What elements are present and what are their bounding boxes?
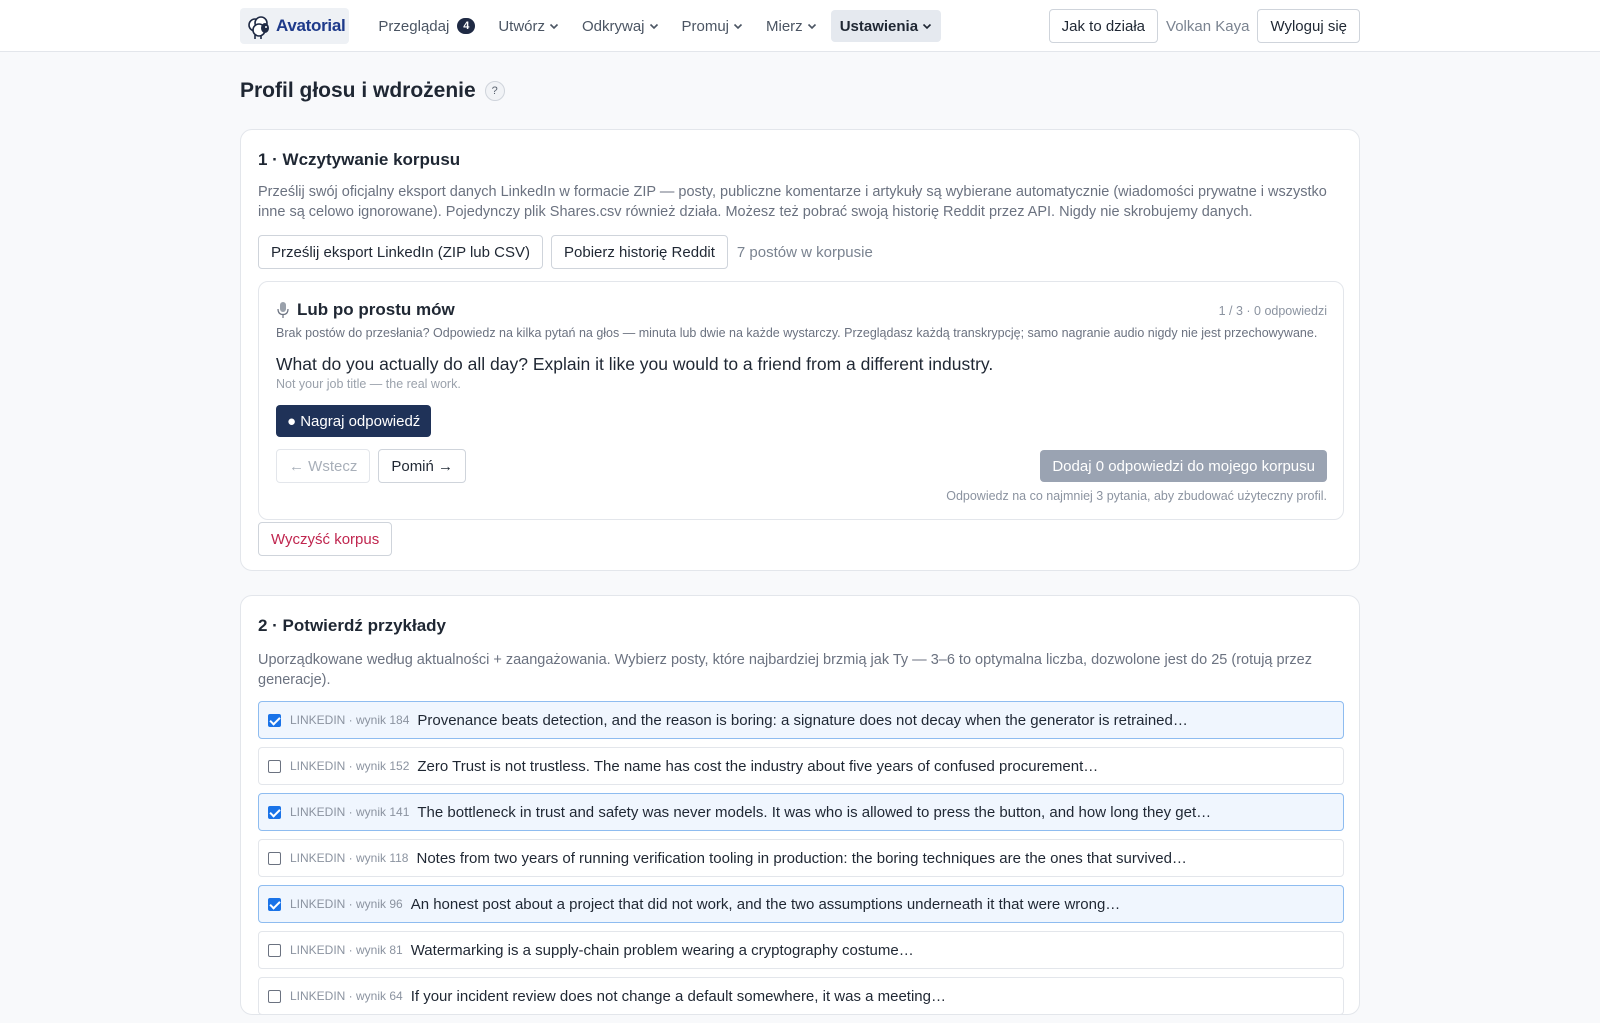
example-text: Zero Trust is not trustless. The name ha… <box>417 757 1099 775</box>
nav-browse[interactable]: Przeglądaj 4 <box>369 10 484 42</box>
question-nav: ← Wstecz Pomiń → <box>276 449 474 483</box>
chevron-down-icon <box>549 23 559 30</box>
logo-text: Avatorial <box>276 16 346 35</box>
logo[interactable]: Avatorial <box>240 8 350 44</box>
microphone-icon <box>277 302 289 318</box>
how-it-works-button[interactable]: Jak to działa <box>1048 9 1159 43</box>
voice-footnote: Odpowiedz na co najmniej 3 pytania, aby … <box>946 489 1327 503</box>
nav-promote-dropdown[interactable]: Promuj <box>673 10 753 42</box>
top-navigation: Avatorial Przeglądaj 4 Utwórz Odkrywaj P… <box>0 0 1600 52</box>
nav-create-dropdown[interactable]: Utwórz <box>489 10 568 42</box>
example-meta: LINKEDIN · wynik 152 <box>290 759 410 773</box>
example-meta: LINKEDIN · wynik 141 <box>290 805 410 819</box>
voice-note: Brak postów do przesłania? Odpowiedz na … <box>276 326 1318 340</box>
example-text: Provenance beats detection, and the reas… <box>417 711 1188 729</box>
checkbox[interactable] <box>268 851 281 865</box>
section-title: 1 · Wczytywanie korpusu <box>258 150 461 169</box>
nav-measure-label: Mierz <box>766 17 803 35</box>
upload-linkedin-button[interactable]: Prześlij eksport LinkedIn (ZIP lub CSV) <box>258 235 543 269</box>
logout-button[interactable]: Wyloguj się <box>1257 9 1360 43</box>
nav-discover-label: Odkrywaj <box>581 17 645 35</box>
nav-right: Jak to działa Volkan Kaya Wyloguj się <box>1048 9 1360 43</box>
example-row[interactable]: LINKEDIN · wynik 96 An honest post about… <box>258 885 1344 923</box>
nav-settings-label: Ustawienia <box>839 17 919 35</box>
checkbox[interactable] <box>268 943 281 957</box>
notification-badge: 4 <box>457 18 476 34</box>
page-header: Profil głosu i wdrożenie ? <box>240 76 505 106</box>
example-text: The bottleneck in trust and safety was n… <box>417 803 1212 821</box>
back-button[interactable]: ← Wstecz <box>276 449 371 483</box>
nav-measure-dropdown[interactable]: Mierz <box>757 10 826 42</box>
example-row[interactable]: LINKEDIN · wynik 152 Zero Trust is not t… <box>258 747 1344 785</box>
example-meta: LINKEDIN · wynik 81 <box>290 943 403 957</box>
example-row[interactable]: LINKEDIN · wynik 81 Watermarking is a su… <box>258 931 1344 969</box>
upload-actions: Prześlij eksport LinkedIn (ZIP lub CSV) … <box>258 235 873 269</box>
example-row[interactable]: LINKEDIN · wynik 118 Notes from two year… <box>258 839 1344 877</box>
section-description: Uporządkowane według aktualności + zaang… <box>258 652 1312 688</box>
example-text: Notes from two years of running verifica… <box>416 849 1187 867</box>
checkbox[interactable] <box>268 713 281 727</box>
examples-list: LINKEDIN · wynik 184 Provenance beats de… <box>258 701 1344 1023</box>
example-meta: LINKEDIN · wynik 118 <box>290 851 409 865</box>
checkbox[interactable] <box>268 897 281 911</box>
add-answers-button[interactable]: Dodaj 0 odpowiedzi do mojego korpusu <box>1040 450 1327 482</box>
fetch-reddit-button[interactable]: Pobierz historię Reddit <box>551 235 728 269</box>
section-title: 2 · Potwierdź przykłady <box>258 616 446 635</box>
voice-progress: 1 / 3 · 0 odpowiedzi <box>1218 304 1327 318</box>
example-row[interactable]: LINKEDIN · wynik 184 Provenance beats de… <box>258 701 1344 739</box>
example-text: Watermarking is a supply-chain problem w… <box>410 941 914 959</box>
confirm-examples-card: 2 · Potwierdź przykłady Uporządkowane we… <box>240 595 1360 1015</box>
voice-question: What do you actually do all day? Explain… <box>276 354 994 374</box>
nav-inner: Avatorial Przeglądaj 4 Utwórz Odkrywaj P… <box>240 0 1360 52</box>
nav-discover-dropdown[interactable]: Odkrywaj <box>573 10 668 42</box>
nav-browse-label: Przeglądaj <box>378 17 450 35</box>
nav-create-label: Utwórz <box>498 17 545 35</box>
checkbox[interactable] <box>268 989 281 1003</box>
chevron-down-icon <box>733 23 743 30</box>
help-icon[interactable]: ? <box>484 81 505 101</box>
checkbox[interactable] <box>268 759 281 773</box>
corpus-count: 7 postów w korpusie <box>736 243 873 261</box>
voice-hint: Not your job title — the real work. <box>276 377 461 391</box>
skip-button[interactable]: Pomiń → <box>378 449 467 483</box>
example-meta: LINKEDIN · wynik 96 <box>290 897 403 911</box>
user-name: Volkan Kaya <box>1166 17 1250 35</box>
clear-corpus-button[interactable]: Wyczyść korpus <box>258 522 393 556</box>
example-text: If your incident review does not change … <box>410 987 946 1005</box>
voice-title: Lub po prostu mów <box>297 300 455 319</box>
example-row[interactable]: LINKEDIN · wynik 141 The bottleneck in t… <box>258 793 1344 831</box>
nav-settings-dropdown[interactable]: Ustawienia <box>830 10 942 42</box>
example-row[interactable]: LINKEDIN · wynik 64 If your incident rev… <box>258 977 1344 1015</box>
chevron-down-icon <box>922 23 932 30</box>
example-text: An honest post about a project that did … <box>410 895 1121 913</box>
voice-panel: Lub po prostu mów 1 / 3 · 0 odpowiedzi B… <box>258 281 1344 520</box>
page-title: Profil głosu i wdrożenie <box>240 79 476 102</box>
nav-promote-label: Promuj <box>681 17 730 35</box>
corpus-upload-card: 1 · Wczytywanie korpusu Prześlij swój of… <box>240 129 1360 571</box>
section-description: Prześlij swój oficjalny eksport danych L… <box>258 184 1327 220</box>
chevron-down-icon <box>807 23 816 30</box>
example-meta: LINKEDIN · wynik 64 <box>290 989 403 1003</box>
record-answer-button[interactable]: ● Nagraj odpowiedź <box>276 405 432 437</box>
example-meta: LINKEDIN · wynik 184 <box>290 713 410 727</box>
checkbox[interactable] <box>268 805 281 819</box>
voice-header: Lub po prostu mów <box>276 300 455 320</box>
chevron-down-icon <box>649 23 658 30</box>
sheep-logo-icon <box>248 16 269 39</box>
